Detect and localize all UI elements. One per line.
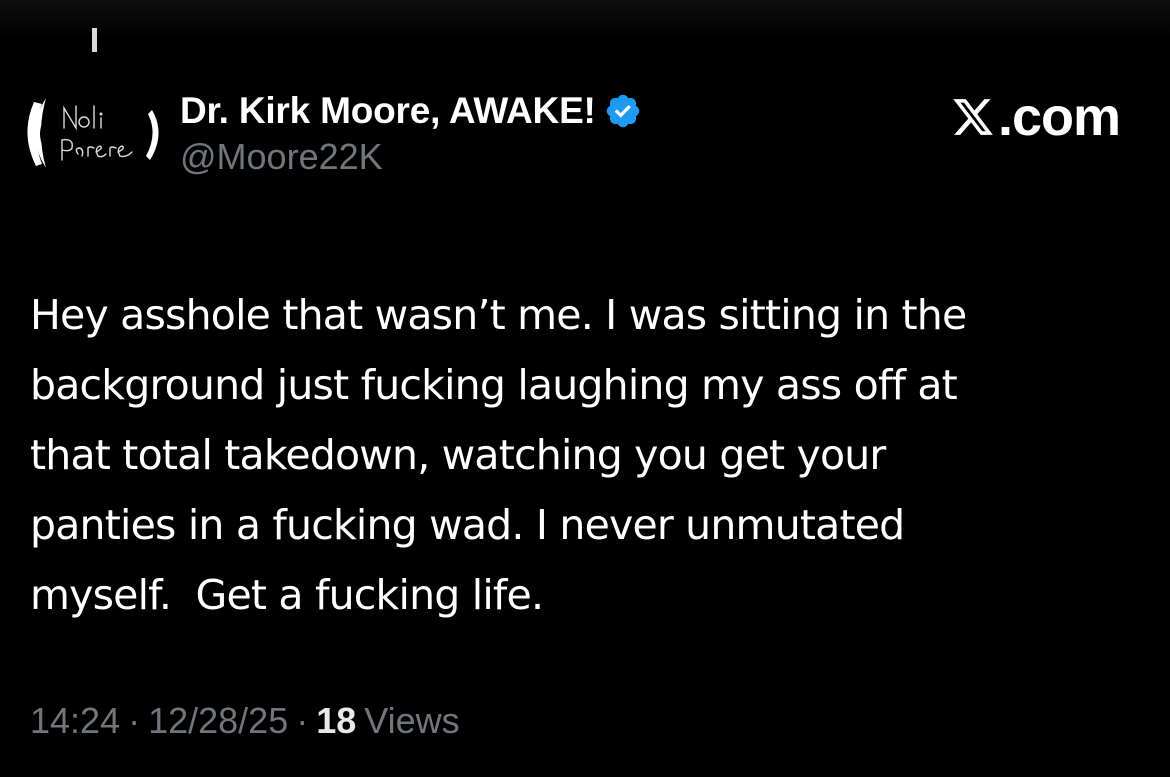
tweet-metadata: 14:24 · 12/28/25 · 18 Views [30,700,460,742]
avatar[interactable] [24,28,164,198]
tweet-time[interactable]: 14:24 [30,700,120,742]
brand-domain: .com [997,87,1121,147]
meta-separator: · [128,700,141,741]
author-name-row: Dr. Kirk Moore, AWAKE! [180,88,642,134]
top-edge-shade [0,0,1170,40]
x-logo-icon [953,99,993,135]
author-handle[interactable]: @Moore22K [180,136,642,178]
views-label: Views [364,700,460,741]
x-brand: .com [950,86,1121,148]
views-count: 18 [316,700,357,741]
author-display-name[interactable]: Dr. Kirk Moore, AWAKE! [180,90,596,132]
tweet-date[interactable]: 12/28/25 [148,700,288,742]
meta-separator: · [296,700,309,741]
verified-badge-icon[interactable] [604,92,642,130]
tweet-text: Hey asshole that wasn’t me. I was sittin… [30,291,967,619]
avatar-image [27,28,159,174]
tweet-author: Dr. Kirk Moore, AWAKE! @Moore22K [180,88,642,178]
